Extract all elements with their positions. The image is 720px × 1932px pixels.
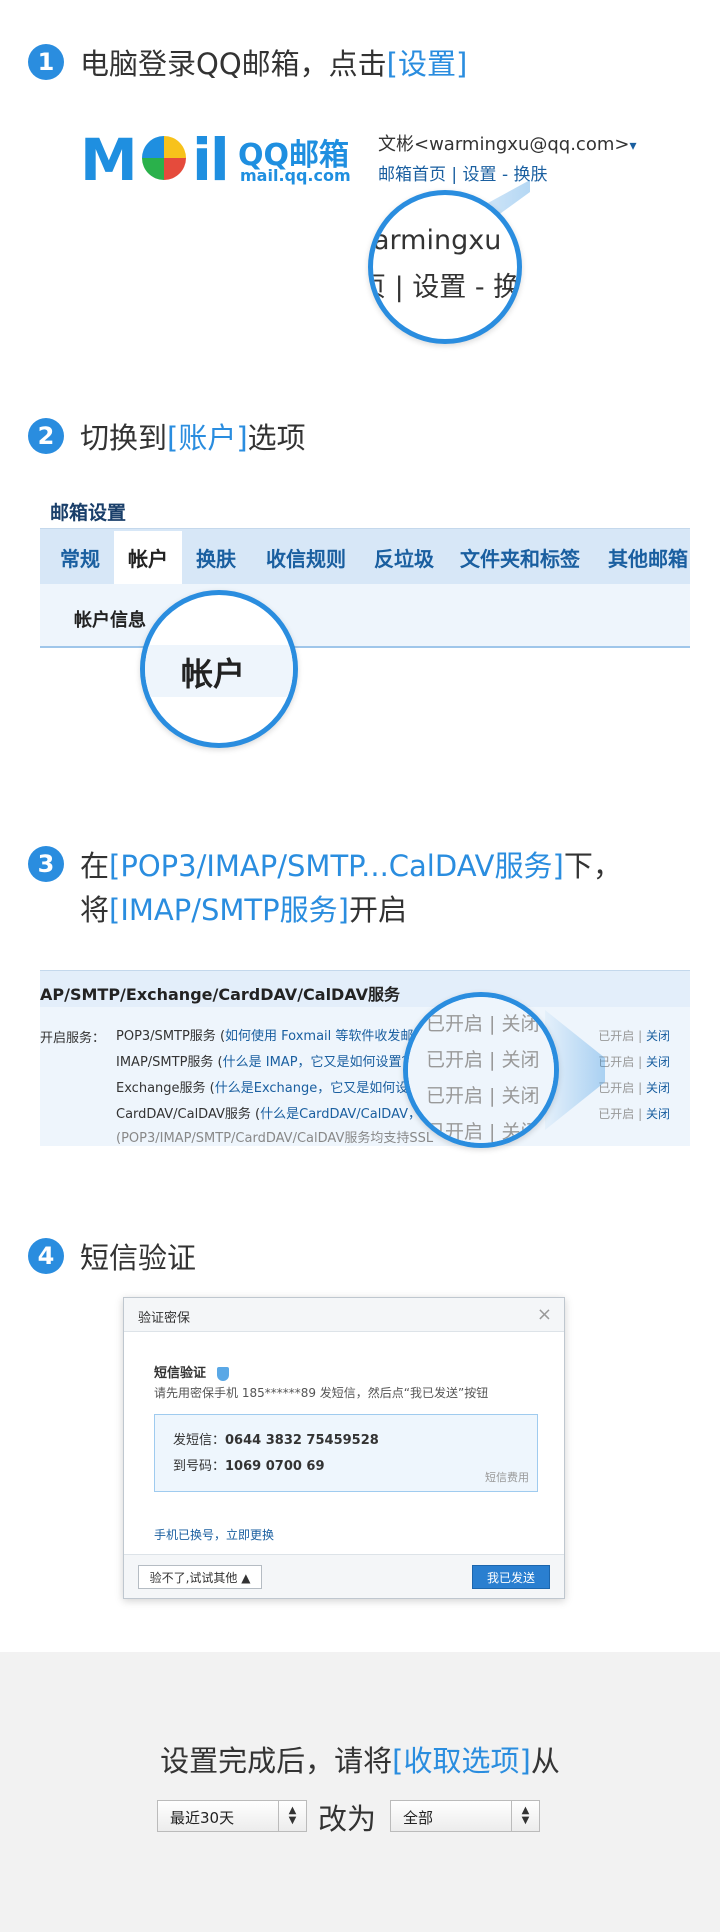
step2-title: 切换到[账户]选项: [80, 421, 306, 455]
step1-title: 电脑登录QQ邮箱，点击[设置]: [80, 47, 468, 81]
service-status-caldav: 已开启 | 关闭: [598, 1107, 670, 1121]
footer-text: 设置完成后，请将[收取选项]从: [160, 1744, 560, 1778]
service-row-pop3: POP3/SMTP服务 (如何使用 Foxmail 等软件收发邮件: [116, 1029, 427, 1044]
tab-folders[interactable]: 文件夹和标签: [460, 543, 580, 572]
step1-highlight: [设置]: [386, 47, 468, 81]
step4-number-badge: 4: [28, 1238, 64, 1274]
imap-panel-title: AP/SMTP/Exchange/CardDAV/CalDAV服务: [40, 971, 690, 1007]
tab-other-mail[interactable]: 其他邮箱: [608, 543, 688, 572]
other-method-button[interactable]: 验不了,试试其他 ▲: [138, 1565, 262, 1589]
sms-heading: 短信验证: [154, 1362, 229, 1381]
tab-general[interactable]: 常规: [60, 543, 100, 572]
account-info-title: 帐户信息: [74, 610, 146, 631]
footer-instructions: 设置完成后，请将[收取选项]从 最近30天 ▲ ▼ 改为 全部 ▲ ▼: [0, 1652, 720, 1932]
service-status-imap: 已开启 | 关闭: [598, 1055, 670, 1069]
step3-header: 3 在[POP3/IMAP/SMTP...CalDAV服务]下， 将[IMAP/…: [28, 844, 622, 932]
tab-skin[interactable]: 换肤: [196, 543, 236, 572]
qqmail-logo: M il QQ邮箱 mail.qq.com: [80, 126, 351, 194]
send-content-row: 发短信：0644 3832 75459528: [173, 1433, 379, 1448]
magnifier-account: 帐户: [140, 590, 298, 748]
step3-title: 在[POP3/IMAP/SMTP...CalDAV服务]下， 将[IMAP/SM…: [80, 849, 622, 927]
dialog-header: 验证密保 ×: [124, 1298, 564, 1332]
select-arrows-icon: ▲ ▼: [511, 1801, 539, 1831]
select-to[interactable]: 全部 ▲ ▼: [390, 1800, 540, 1832]
magnifier-status: 已开启 | 关闭 已开启 | 关闭 已开启 | 关闭 已开启 | 关闭: [403, 992, 559, 1148]
enable-service-label: 开启服务：: [40, 1031, 106, 1046]
dialog-title: 验证密保: [138, 1311, 191, 1326]
send-to-row: 到号码：1069 0700 69: [173, 1459, 325, 1474]
logo-domain: mail.qq.com: [240, 166, 351, 185]
account-subpanel: 帐户信息: [40, 584, 690, 648]
step1-header: 1 电脑登录QQ邮箱，点击[设置]: [28, 42, 467, 86]
top-nav-links[interactable]: 邮箱首页 | 设置 - 换肤: [378, 160, 547, 185]
step1-number-badge: 1: [28, 44, 64, 80]
settings-panel-title: 邮箱设置: [50, 502, 127, 524]
dialog-footer: 验不了,试试其他 ▲ 我已发送: [124, 1554, 564, 1598]
magnifier-settings: armingxu 页 | 设置 - 换: [368, 190, 522, 344]
close-icon[interactable]: ×: [537, 1304, 552, 1325]
ssl-note: (POP3/IMAP/SMTP/CardDAV/CalDAV服务均支持SSL: [116, 1131, 434, 1146]
shield-icon: [216, 1366, 229, 1381]
tab-rules[interactable]: 收信规则: [266, 543, 346, 572]
change-to-text: 改为: [318, 1802, 377, 1836]
step2-number-badge: 2: [28, 418, 64, 454]
service-status-exchange: 已开启 | 关闭: [598, 1081, 670, 1095]
select-arrows-icon: ▲ ▼: [278, 1801, 306, 1831]
bell-icon: [142, 136, 186, 180]
sms-fee-link[interactable]: 短信费用: [485, 1469, 529, 1485]
sms-description: 请先用密保手机 185******89 发短信，然后点“我已发送”按钮: [154, 1386, 489, 1400]
service-row-exchange: Exchange服务 (什么是Exchange，它又是如何设置: [116, 1081, 422, 1096]
select-from[interactable]: 最近30天 ▲ ▼: [157, 1800, 307, 1832]
verify-dialog: 验证密保 × 短信验证 请先用密保手机 185******89 发短信，然后点“…: [123, 1297, 565, 1599]
service-row-caldav: CardDAV/CalDAV服务 (什么是CardDAV/CalDAV，: [116, 1107, 422, 1122]
send-content-value: 0644 3832 75459528: [225, 1433, 379, 1448]
sent-button[interactable]: 我已发送: [472, 1565, 550, 1589]
user-info[interactable]: 文彬<warmingxu@qq.com>▾: [378, 130, 636, 156]
change-phone-link[interactable]: 手机已换号，立即更换: [154, 1526, 274, 1543]
settings-tab-bar: 常规 帐户 换肤 收信规则 反垃圾 文件夹和标签 其他邮箱: [40, 528, 690, 587]
send-to-value: 1069 0700 69: [225, 1459, 325, 1474]
step3-number-badge: 3: [28, 846, 64, 882]
service-status-pop3: 已开启 | 关闭: [598, 1029, 670, 1043]
step4-header: 4 短信验证: [28, 1236, 196, 1280]
sms-info-box: 发短信：0644 3832 75459528 到号码：1069 0700 69 …: [154, 1414, 538, 1492]
step2-header: 2 切换到[账户]选项: [28, 416, 306, 460]
tab-account[interactable]: 帐户: [114, 531, 182, 587]
step4-title: 短信验证: [80, 1241, 197, 1275]
chevron-down-icon: ▾: [629, 138, 637, 154]
tab-antispam[interactable]: 反垃圾: [374, 543, 434, 572]
service-row-imap: IMAP/SMTP服务 (什么是 IMAP，它又是如何设置？: [116, 1055, 415, 1070]
